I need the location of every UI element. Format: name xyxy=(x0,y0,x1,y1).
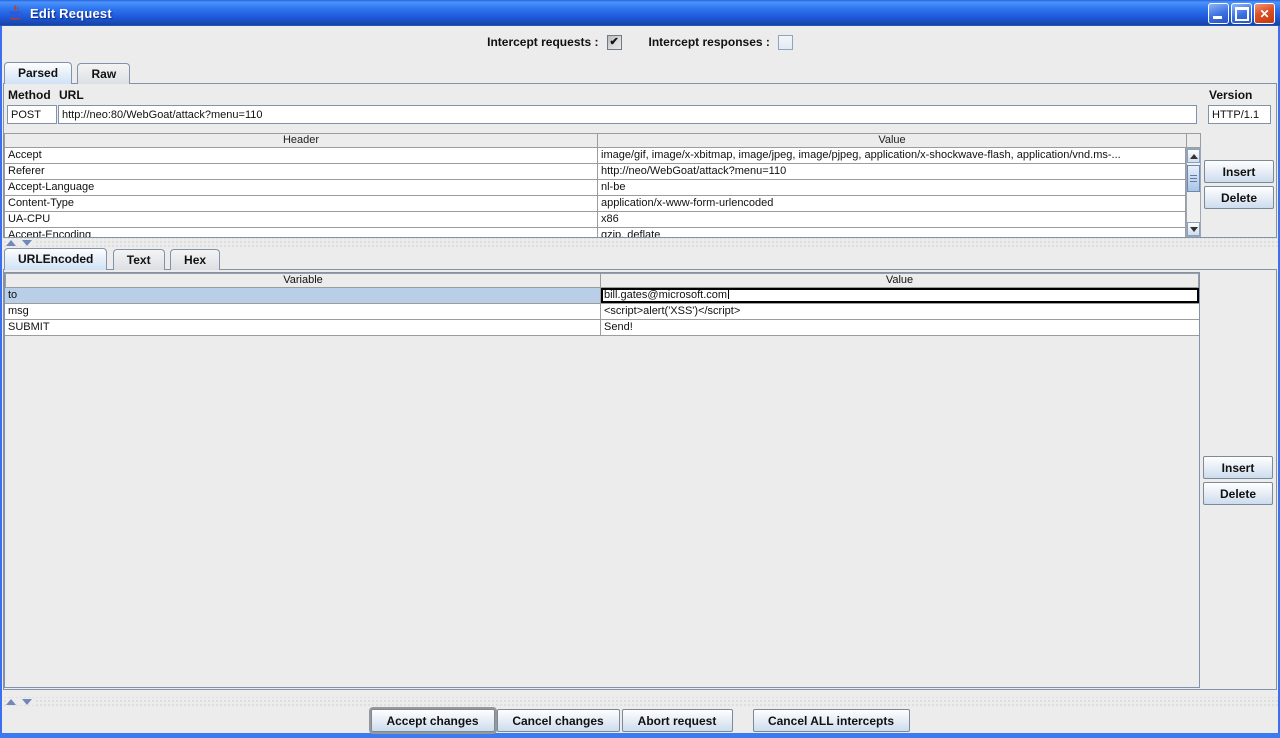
header-name: Accept-Encoding xyxy=(5,228,598,237)
header-value: nl-be xyxy=(598,180,1185,195)
java-cup-icon xyxy=(6,4,24,22)
param-value: <script>alert('XSS')</script> xyxy=(601,304,1199,319)
param-name: to xyxy=(5,288,601,303)
header-row-accept-language[interactable]: Accept-Language nl-be xyxy=(5,180,1185,196)
params-insert-button[interactable]: Insert xyxy=(1203,456,1273,479)
split-divider-bottom[interactable] xyxy=(2,697,1278,706)
header-name: Content-Type xyxy=(5,196,598,211)
param-name: SUBMIT xyxy=(5,320,601,335)
divider-arrows xyxy=(6,239,36,246)
edit-request-window: Edit Request Intercept requests : Interc… xyxy=(0,0,1280,738)
abort-request-button[interactable]: Abort request xyxy=(622,709,733,732)
intercept-requests-label: Intercept requests : xyxy=(487,35,598,49)
version-label: Version xyxy=(1209,88,1252,102)
variable-col-header[interactable]: Variable xyxy=(5,273,601,288)
method-field[interactable] xyxy=(7,105,57,124)
param-value-editor[interactable]: bill.gates@microsoft.com xyxy=(601,288,1199,303)
url-field[interactable] xyxy=(58,105,1197,124)
method-label: Method xyxy=(8,88,51,102)
tab-urlencoded[interactable]: URLEncoded xyxy=(4,248,107,270)
arrow-down-icon xyxy=(1190,227,1198,232)
collapse-up-icon[interactable] xyxy=(6,240,16,246)
arrow-up-icon xyxy=(1190,154,1198,159)
header-value: application/x-www-form-urlencoded xyxy=(598,196,1185,211)
collapse-down-icon[interactable] xyxy=(22,699,32,705)
cancel-all-intercepts-button[interactable]: Cancel ALL intercepts xyxy=(753,709,910,732)
version-field[interactable] xyxy=(1208,105,1271,124)
scrollbar-thumb[interactable] xyxy=(1187,165,1200,192)
params-delete-button[interactable]: Delete xyxy=(1203,482,1273,505)
headers-col-value[interactable]: Value xyxy=(597,133,1187,148)
text-caret xyxy=(728,288,729,299)
maximize-button[interactable] xyxy=(1231,3,1252,24)
headers-delete-button[interactable]: Delete xyxy=(1204,186,1274,209)
param-row-to[interactable]: to bill.gates@microsoft.com xyxy=(5,288,1199,304)
request-tabs: Parsed Raw xyxy=(4,62,131,84)
tab-parsed[interactable]: Parsed xyxy=(4,62,72,84)
action-button-row: Accept changes Cancel changes Abort requ… xyxy=(0,709,1280,732)
header-name: Accept xyxy=(5,148,598,163)
scroll-down-button[interactable] xyxy=(1187,222,1200,236)
split-divider-top[interactable] xyxy=(2,238,1278,247)
window-title: Edit Request xyxy=(30,6,112,21)
collapse-up-icon[interactable] xyxy=(6,699,16,705)
scroll-up-button[interactable] xyxy=(1187,149,1200,163)
divider-arrows xyxy=(6,698,36,705)
header-value: x86 xyxy=(598,212,1185,227)
scroll-corner xyxy=(1186,133,1201,148)
headers-col-header[interactable]: Header xyxy=(4,133,598,148)
param-value: Send! xyxy=(601,320,1199,335)
title-bar[interactable]: Edit Request xyxy=(0,0,1280,26)
header-name: UA-CPU xyxy=(5,212,598,227)
headers-table-body: Accept image/gif, image/x-xbitmap, image… xyxy=(4,148,1186,237)
tab-hex[interactable]: Hex xyxy=(170,249,220,270)
param-row-msg[interactable]: msg <script>alert('XSS')</script> xyxy=(5,304,1199,320)
close-button[interactable] xyxy=(1254,3,1275,24)
header-row-accept-encoding[interactable]: Accept-Encoding gzip, deflate xyxy=(5,228,1185,237)
window-border-bottom xyxy=(0,733,1280,738)
param-name: msg xyxy=(5,304,601,319)
params-table-header: Variable Value xyxy=(5,273,1199,288)
cancel-changes-button[interactable]: Cancel changes xyxy=(497,709,620,732)
url-label: URL xyxy=(59,88,84,102)
header-value: http://neo/WebGoat/attack?menu=110 xyxy=(598,164,1185,179)
header-row-ua-cpu[interactable]: UA-CPU x86 xyxy=(5,212,1185,228)
params-table: Variable Value to bill.gates@microsoft.c… xyxy=(4,272,1200,688)
headers-scrollbar xyxy=(1186,148,1201,237)
header-name: Accept-Language xyxy=(5,180,598,195)
collapse-down-icon[interactable] xyxy=(22,240,32,246)
intercept-requests-checkbox[interactable] xyxy=(607,35,622,50)
header-value: image/gif, image/x-xbitmap, image/jpeg, … xyxy=(598,148,1185,163)
accept-changes-button[interactable]: Accept changes xyxy=(371,709,495,732)
intercept-options: Intercept requests : Intercept responses… xyxy=(0,32,1280,52)
header-row-content-type[interactable]: Content-Type application/x-www-form-urle… xyxy=(5,196,1185,212)
header-row-accept[interactable]: Accept image/gif, image/x-xbitmap, image… xyxy=(5,148,1185,164)
content-tabs: URLEncoded Text Hex xyxy=(4,248,221,270)
headers-insert-button[interactable]: Insert xyxy=(1204,160,1274,183)
editor-text: bill.gates@microsoft.com xyxy=(604,289,727,301)
value-col-header[interactable]: Value xyxy=(601,273,1199,288)
intercept-responses-checkbox[interactable] xyxy=(778,35,793,50)
tab-text[interactable]: Text xyxy=(113,249,165,270)
window-border-left xyxy=(0,26,2,738)
header-name: Referer xyxy=(5,164,598,179)
header-row-referer[interactable]: Referer http://neo/WebGoat/attack?menu=1… xyxy=(5,164,1185,180)
header-value: gzip, deflate xyxy=(598,228,1185,237)
intercept-responses-label: Intercept responses : xyxy=(649,35,770,49)
tab-raw[interactable]: Raw xyxy=(77,63,130,84)
minimize-button[interactable] xyxy=(1208,3,1229,24)
param-row-submit[interactable]: SUBMIT Send! xyxy=(5,320,1199,336)
